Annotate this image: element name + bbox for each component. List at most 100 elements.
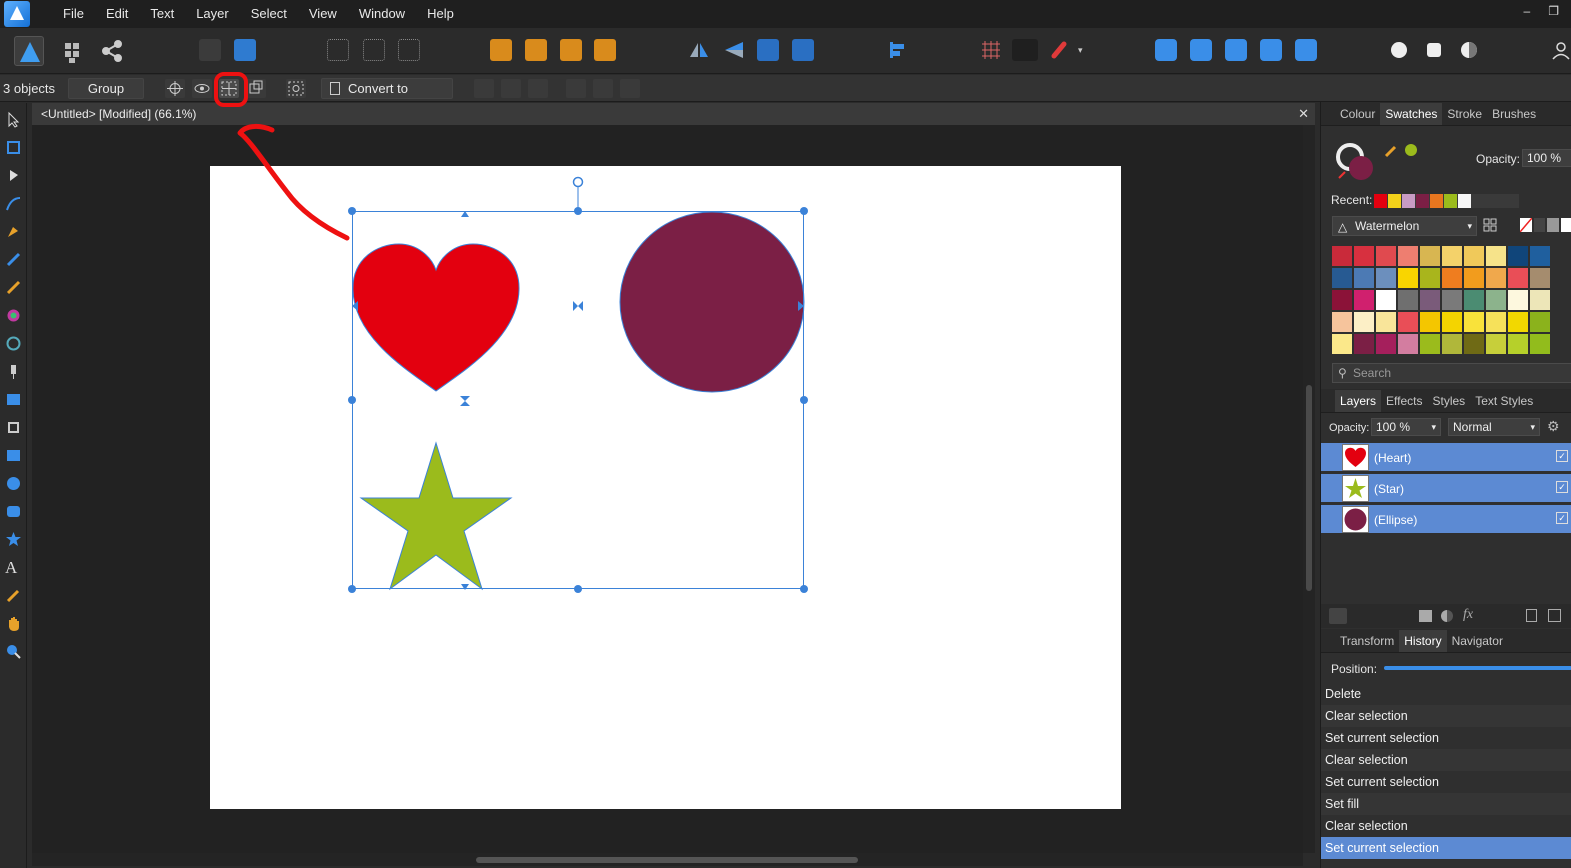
swatch[interactable] xyxy=(1332,290,1352,310)
history-item-selected[interactable]: Set current selection xyxy=(1321,837,1571,859)
swatch[interactable] xyxy=(1508,268,1528,288)
swatch[interactable] xyxy=(1354,268,1374,288)
swatch[interactable] xyxy=(1464,268,1484,288)
swatch[interactable] xyxy=(1398,334,1418,354)
blend-mode-dropdown[interactable]: Normal ▾ xyxy=(1448,418,1540,436)
swatch[interactable] xyxy=(1398,312,1418,332)
palette-dropdown[interactable]: △ Watermelon ▾ xyxy=(1332,216,1477,236)
swatch[interactable] xyxy=(1354,246,1374,266)
tab-history[interactable]: History xyxy=(1399,629,1447,652)
history-position-slider[interactable] xyxy=(1384,666,1571,670)
swatch[interactable] xyxy=(1376,290,1396,310)
white-swatch[interactable] xyxy=(1560,218,1571,232)
layer-row-star[interactable]: (Star) ✓ xyxy=(1321,474,1571,503)
fx-icon[interactable]: fx xyxy=(1463,607,1473,623)
swatch[interactable] xyxy=(1530,334,1550,354)
layers-stack-icon[interactable] xyxy=(1329,608,1347,624)
swatch[interactable] xyxy=(1442,290,1462,310)
layers-opacity-field[interactable]: 100 % ▾ xyxy=(1371,418,1441,436)
horizontal-scrollbar[interactable] xyxy=(32,853,1303,866)
recent-swatch[interactable] xyxy=(1444,194,1457,208)
eyedropper-icon[interactable] xyxy=(1383,143,1399,159)
mask-icon[interactable] xyxy=(1419,610,1432,622)
dark-swatch[interactable] xyxy=(1533,218,1545,232)
swatch[interactable] xyxy=(1486,290,1506,310)
swatch[interactable] xyxy=(1420,290,1440,310)
layer-row-heart[interactable]: (Heart) ✓ xyxy=(1321,443,1571,472)
horizontal-scroll-thumb[interactable] xyxy=(476,857,858,863)
swatch[interactable] xyxy=(1442,312,1462,332)
swatch[interactable] xyxy=(1464,246,1484,266)
layer-visibility-checkbox[interactable]: ✓ xyxy=(1556,450,1568,462)
add-pixel-layer-icon[interactable] xyxy=(1548,609,1561,622)
swatch-opacity-field[interactable]: 100 % xyxy=(1522,149,1571,167)
swatch[interactable] xyxy=(1354,334,1374,354)
recent-swatch[interactable] xyxy=(1388,194,1401,208)
swatch[interactable] xyxy=(1464,334,1484,354)
none-swatch[interactable] xyxy=(1520,218,1532,232)
tab-brushes[interactable]: Brushes xyxy=(1487,103,1541,125)
history-item[interactable]: Clear selection xyxy=(1321,815,1571,837)
swatch[interactable] xyxy=(1442,268,1462,288)
swatch[interactable] xyxy=(1530,312,1550,332)
vertical-scrollbar[interactable] xyxy=(1303,125,1315,853)
tab-stroke[interactable]: Stroke xyxy=(1442,103,1487,125)
tab-text-styles[interactable]: Text Styles xyxy=(1470,390,1538,412)
history-item[interactable]: Clear selection xyxy=(1321,749,1571,771)
swatch[interactable] xyxy=(1332,246,1352,266)
swatch[interactable] xyxy=(1508,246,1528,266)
swatch[interactable] xyxy=(1442,334,1462,354)
swatch[interactable] xyxy=(1420,312,1440,332)
swatch[interactable] xyxy=(1420,334,1440,354)
adjustment-icon[interactable] xyxy=(1441,610,1453,622)
swatch[interactable] xyxy=(1376,312,1396,332)
gear-icon[interactable]: ⚙ xyxy=(1547,418,1560,435)
swatch[interactable] xyxy=(1332,334,1352,354)
swatch[interactable] xyxy=(1530,290,1550,310)
swatch[interactable] xyxy=(1376,334,1396,354)
history-item[interactable]: Set fill xyxy=(1321,793,1571,815)
tab-navigator[interactable]: Navigator xyxy=(1447,630,1508,652)
swatch[interactable] xyxy=(1530,246,1550,266)
heart-shape[interactable] xyxy=(352,243,520,392)
swatch[interactable] xyxy=(1376,268,1396,288)
swatch[interactable] xyxy=(1530,268,1550,288)
history-item[interactable]: Delete xyxy=(1321,683,1571,705)
layer-visibility-checkbox[interactable]: ✓ xyxy=(1556,481,1568,493)
swatch[interactable] xyxy=(1420,246,1440,266)
current-colour-dot[interactable] xyxy=(1405,144,1417,156)
vertical-scroll-thumb[interactable] xyxy=(1306,385,1312,591)
swatch[interactable] xyxy=(1464,290,1484,310)
swatch[interactable] xyxy=(1354,312,1374,332)
swatch[interactable] xyxy=(1354,290,1374,310)
tab-layers[interactable]: Layers xyxy=(1335,389,1382,412)
recent-swatch[interactable] xyxy=(1458,194,1471,208)
swatch[interactable] xyxy=(1442,246,1462,266)
swatch[interactable] xyxy=(1508,312,1528,332)
swatch[interactable] xyxy=(1420,268,1440,288)
rotation-handle[interactable] xyxy=(572,176,584,188)
add-layer-icon[interactable] xyxy=(1526,609,1537,622)
history-item[interactable]: Clear selection xyxy=(1321,705,1571,727)
tab-colour[interactable]: Colour xyxy=(1335,103,1380,125)
swatch[interactable] xyxy=(1486,334,1506,354)
palette-options-icon[interactable] xyxy=(1483,218,1497,232)
history-item[interactable]: Set current selection xyxy=(1321,727,1571,749)
recent-swatch[interactable] xyxy=(1416,194,1429,208)
tab-swatches[interactable]: Swatches xyxy=(1380,102,1443,125)
tab-styles[interactable]: Styles xyxy=(1428,390,1471,412)
layer-row-ellipse[interactable]: (Ellipse) ✓ xyxy=(1321,505,1571,534)
swatch[interactable] xyxy=(1376,246,1396,266)
history-item[interactable]: Set current selection xyxy=(1321,771,1571,793)
ellipse-shape[interactable] xyxy=(619,211,805,393)
swatch[interactable] xyxy=(1486,268,1506,288)
swatch[interactable] xyxy=(1332,268,1352,288)
recent-swatch[interactable] xyxy=(1374,194,1387,208)
grey-swatch[interactable] xyxy=(1547,218,1559,232)
swatch[interactable] xyxy=(1508,334,1528,354)
recent-swatch[interactable] xyxy=(1430,194,1443,208)
tab-effects[interactable]: Effects xyxy=(1381,390,1427,412)
quick-colour-swatches[interactable] xyxy=(1520,218,1571,232)
recent-swatch[interactable] xyxy=(1402,194,1415,208)
swatch[interactable] xyxy=(1486,246,1506,266)
